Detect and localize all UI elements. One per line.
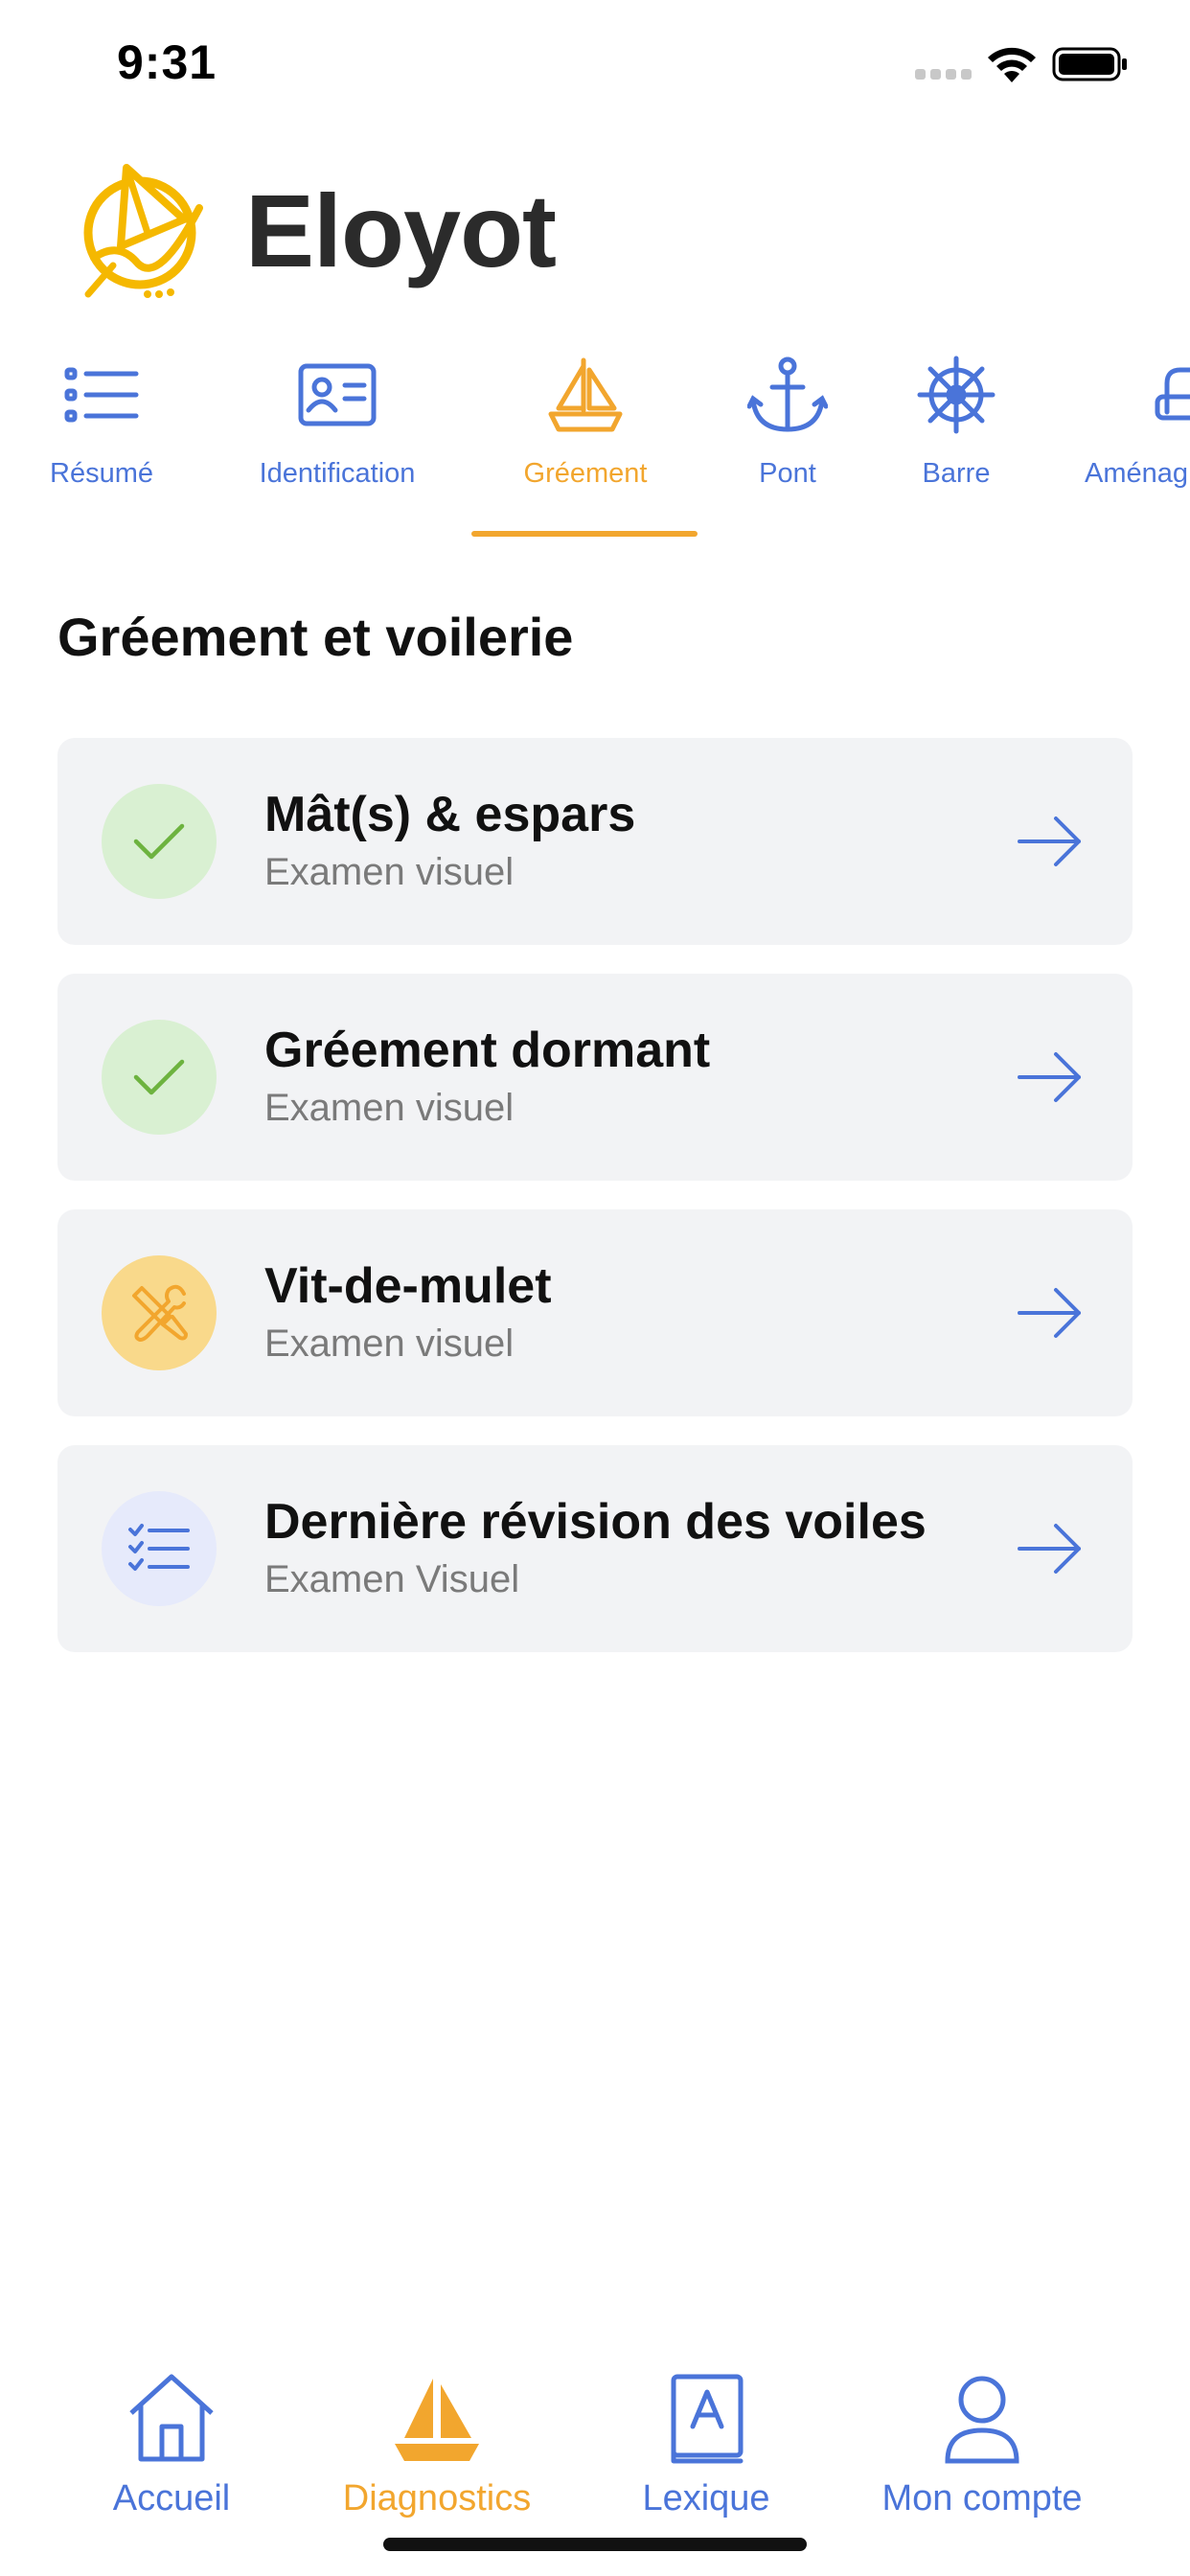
cellular-signal-icon — [915, 69, 972, 80]
nav-label: Diagnostics — [342, 2478, 532, 2518]
home-indicator — [383, 2538, 807, 2551]
item-title: Dernière révision des voiles — [264, 1494, 927, 1550]
sailboat-filled-icon — [395, 2379, 479, 2461]
battery-icon — [1052, 47, 1127, 81]
tab-resume[interactable]: Résumé — [42, 355, 161, 539]
item-subtitle: Examen Visuel — [264, 1558, 520, 1600]
status-bar: 9:31 — [0, 0, 1190, 125]
tab-label: Aménag — [1085, 458, 1189, 489]
checklist: Mât(s) & espars Examen visuel Gréement d… — [57, 738, 1133, 1681]
nav-lexique[interactable]: Lexique — [634, 2371, 778, 2519]
check-icon — [133, 1059, 185, 1095]
tab-amenagement[interactable]: Aménag — [1085, 355, 1190, 539]
sailboat-icon — [548, 357, 623, 432]
nav-label: Accueil — [112, 2478, 231, 2518]
nav-accueil[interactable]: Accueil — [100, 2371, 243, 2519]
arrow-right-icon[interactable] — [1016, 813, 1085, 870]
tools-icon — [132, 1284, 188, 1342]
arrow-right-icon[interactable] — [1016, 1520, 1085, 1577]
tab-label: Gréement — [523, 458, 648, 489]
list-item[interactable]: Dernière révision des voiles Examen Visu… — [57, 1445, 1133, 1652]
status-badge — [102, 784, 217, 899]
arrow-right-icon[interactable] — [1016, 1284, 1085, 1342]
list-item[interactable]: Mât(s) & espars Examen visuel — [57, 738, 1133, 945]
tab-greement[interactable]: Gréement — [514, 355, 657, 539]
user-icon — [945, 2376, 1019, 2464]
nav-label: Mon compte — [881, 2478, 1083, 2518]
nav-mon-compte[interactable]: Mon compte — [874, 2371, 1090, 2519]
checklist-icon — [128, 1524, 190, 1571]
tab-barre[interactable]: Barre — [908, 355, 1004, 539]
section-title: Gréement et voilerie — [57, 607, 574, 667]
item-title: Mât(s) & espars — [264, 787, 636, 842]
tab-identification[interactable]: Identification — [241, 355, 433, 539]
status-badge — [102, 1020, 217, 1135]
app-header: Eloyot — [80, 153, 557, 307]
list-item[interactable]: Gréement dormant Examen visuel — [57, 974, 1133, 1181]
active-tab-indicator — [471, 531, 698, 537]
tab-pont[interactable]: Pont — [740, 355, 835, 539]
item-subtitle: Examen visuel — [264, 851, 515, 893]
id-card-icon — [298, 363, 377, 426]
ship-wheel-icon — [917, 356, 995, 434]
status-badge — [102, 1491, 217, 1606]
wifi-icon — [988, 47, 1036, 82]
status-time: 9:31 — [117, 35, 217, 89]
category-tabs: Résumé Identification Gréement Pont Barr… — [0, 355, 1190, 539]
list-icon — [64, 367, 139, 423]
tab-label: Résumé — [50, 458, 153, 489]
tab-label: Pont — [759, 458, 816, 489]
tab-label: Barre — [922, 458, 991, 489]
tab-label: Identification — [259, 458, 416, 489]
home-icon — [129, 2374, 214, 2462]
arrow-right-icon[interactable] — [1016, 1048, 1085, 1106]
status-badge — [102, 1255, 217, 1370]
app-name: Eloyot — [245, 172, 557, 288]
item-title: Vit-de-mulet — [264, 1258, 552, 1314]
seat-icon — [1155, 367, 1190, 421]
logo-icon — [83, 164, 203, 298]
check-icon — [133, 823, 185, 860]
book-icon — [671, 2374, 744, 2464]
nav-diagnostics[interactable]: Diagnostics — [341, 2371, 533, 2519]
list-item[interactable]: Vit-de-mulet Examen visuel — [57, 1209, 1133, 1416]
item-subtitle: Examen visuel — [264, 1087, 515, 1129]
anchor-icon — [747, 356, 828, 432]
item-subtitle: Examen visuel — [264, 1322, 515, 1365]
item-title: Gréement dormant — [264, 1023, 711, 1078]
nav-label: Lexique — [642, 2478, 770, 2518]
